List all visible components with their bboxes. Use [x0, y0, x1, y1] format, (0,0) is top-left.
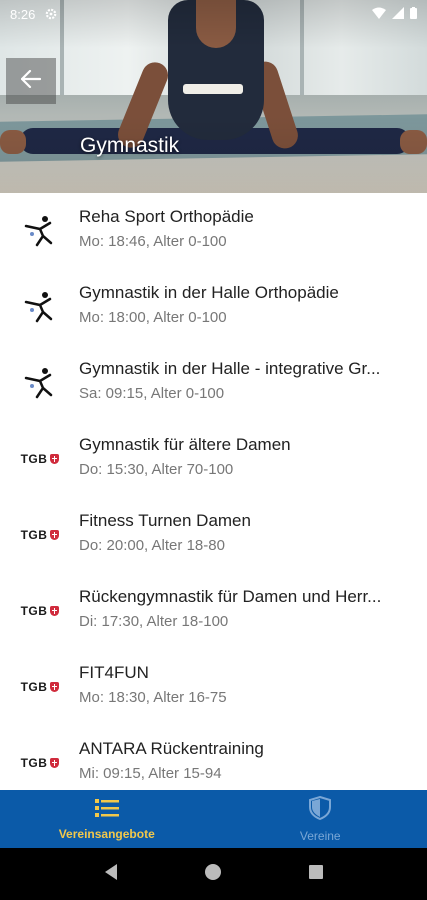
tgb-logo: TGB [16, 439, 64, 479]
tgb-logo-text: TGB [20, 528, 48, 542]
tgb-logo-text: TGB [20, 756, 48, 770]
offer-title: FIT4FUN [79, 663, 149, 682]
settings-icon [45, 8, 57, 20]
offer-schedule: Do: 15:30, Alter 70-100 [79, 461, 234, 478]
list-item[interactable]: Gymnastik in der Halle - integrative Gr.… [0, 345, 427, 421]
crest-icon [50, 758, 60, 768]
arrow-left-icon [20, 69, 42, 93]
offer-list: Reha Sport Orthopädie Mo: 18:46, Alter 0… [0, 193, 427, 790]
tgb-logo: TGB [16, 591, 64, 631]
offer-title: ANTARA Rückentraining [79, 739, 264, 758]
gymnast-figure-icon [16, 211, 64, 251]
tab-label: Vereinsangebote [58, 826, 155, 841]
recents-square-icon[interactable] [308, 864, 324, 885]
back-button[interactable] [6, 58, 56, 104]
home-circle-icon[interactable] [204, 863, 222, 886]
offer-schedule: Mo: 18:00, Alter 0-100 [79, 309, 227, 326]
offer-schedule: Sa: 09:15, Alter 0-100 [79, 385, 225, 402]
list-item[interactable]: Gymnastik in der Halle Orthopädie Mo: 18… [0, 269, 427, 345]
offer-schedule: Mo: 18:46, Alter 0-100 [79, 233, 227, 250]
offer-schedule: Mi: 09:15, Alter 15-94 [79, 765, 222, 782]
page-title: Gymnastik [80, 134, 180, 157]
back-triangle-icon[interactable] [103, 863, 119, 886]
bottom-navigation: Vereinsangebote Vereine [0, 790, 427, 848]
status-bar: 8:26 [0, 0, 427, 28]
tgb-logo-text: TGB [20, 604, 48, 618]
wifi-icon [372, 7, 386, 22]
tgb-logo-text: TGB [20, 452, 48, 466]
crest-icon [50, 606, 60, 616]
offer-schedule: Di: 17:30, Alter 18-100 [79, 613, 229, 630]
list-icon [94, 798, 119, 823]
tab-label: Vereine [299, 828, 341, 843]
offer-title: Gymnastik für ältere Damen [79, 435, 291, 454]
offer-title: Fitness Turnen Damen [79, 511, 251, 530]
list-item[interactable]: TGB ANTARA Rückentraining Mi: 09:15, Alt… [0, 725, 427, 790]
crest-icon [50, 682, 60, 692]
gymnast-figure-icon [16, 363, 64, 403]
list-item[interactable]: TGB Rückengymnastik für Damen und Herr..… [0, 573, 427, 649]
list-item[interactable]: Reha Sport Orthopädie Mo: 18:46, Alter 0… [0, 193, 427, 269]
list-item[interactable]: TGB FIT4FUN Mo: 18:30, Alter 16-75 [0, 649, 427, 725]
tgb-logo: TGB [16, 515, 64, 555]
list-item[interactable]: TGB Gymnastik für ältere Damen Do: 15:30… [0, 421, 427, 497]
gymnast-figure-icon [16, 287, 64, 327]
offer-title: Gymnastik in der Halle - integrative Gr.… [79, 359, 381, 378]
tab-vereine[interactable]: Vereine [214, 790, 427, 848]
signal-icon [392, 6, 404, 22]
crest-icon [50, 454, 60, 464]
list-item[interactable]: TGB Fitness Turnen Damen Do: 20:00, Alte… [0, 497, 427, 573]
tgb-logo: TGB [16, 743, 64, 783]
battery-icon [410, 6, 417, 22]
tab-vereinsangebote[interactable]: Vereinsangebote [0, 790, 214, 848]
offer-schedule: Do: 20:00, Alter 18-80 [79, 537, 225, 554]
crest-icon [50, 530, 60, 540]
status-time: 8:26 [10, 6, 36, 22]
offer-title: Gymnastik in der Halle Orthopädie [79, 283, 339, 302]
offer-title: Reha Sport Orthopädie [79, 207, 254, 226]
tgb-logo: TGB [16, 667, 64, 707]
header-image [0, 0, 427, 193]
system-navigation-bar [0, 848, 427, 900]
tgb-logo-text: TGB [20, 680, 48, 694]
offer-title: Rückengymnastik für Damen und Herr... [79, 587, 382, 606]
offer-schedule: Mo: 18:30, Alter 16-75 [79, 689, 227, 706]
shield-icon [309, 795, 332, 825]
